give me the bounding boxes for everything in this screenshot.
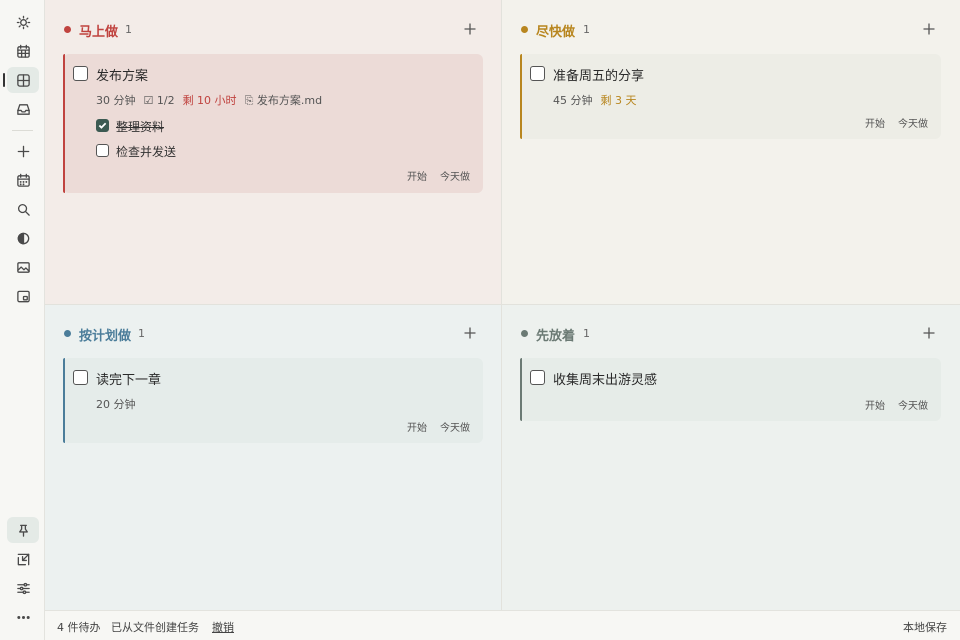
pending-count: 4 件待办 (57, 621, 101, 634)
task-card[interactable]: 准备周五的分享 45 分钟剩 3 天 开始 今天做 (520, 54, 941, 139)
task-card[interactable]: 发布方案 30 分钟 ☑ 1/2 剩 10 小时 ⎘ 发布方案.md 整理资料 检查并… (63, 54, 483, 193)
storage-status: 本地保存 (903, 621, 947, 634)
sidebar (0, 0, 45, 640)
quadrant-count: 1 (138, 327, 145, 340)
calendar-week-icon[interactable] (7, 167, 39, 193)
quadrant-important: 尽快做 1 准备周五的分享 45 分钟剩 3 天 开始 今天做 (502, 0, 960, 304)
start-button[interactable]: 开始 (865, 115, 885, 130)
duration-label: 30 分钟 (96, 94, 136, 107)
quadrant-title: 按计划做 (79, 329, 132, 344)
subtask-label: 检查并发送 (116, 145, 177, 159)
quadrant-dot (64, 330, 71, 337)
picture-in-picture-icon[interactable] (7, 283, 39, 309)
grid-icon[interactable] (7, 67, 39, 93)
sun-icon[interactable] (7, 9, 39, 35)
do-today-button[interactable]: 今天做 (898, 115, 928, 130)
pin-icon[interactable] (7, 517, 39, 543)
task-title: 准备周五的分享 (553, 69, 645, 84)
task-meta: 20 分钟 (96, 396, 144, 412)
shrink-icon[interactable] (7, 546, 39, 572)
contrast-icon[interactable] (7, 225, 39, 251)
card-accent-bar (520, 54, 522, 139)
subtask-label: 整理资料 (116, 120, 165, 134)
quadrant-planned: 按计划做 1 读完下一章 20 分钟 开始 今天做 (45, 305, 501, 610)
undo-link[interactable]: 撤销 (212, 619, 234, 635)
more-icon[interactable] (7, 604, 39, 630)
subtask-checkbox[interactable] (96, 144, 109, 157)
sidebar-divider (12, 130, 33, 131)
sliders-icon[interactable] (7, 575, 39, 601)
quadrant-header: 先放着 1 (502, 324, 960, 344)
attachment-link[interactable]: ⎘ 发布方案.md (245, 94, 323, 107)
card-accent-bar (63, 54, 65, 193)
quadrant-urgent-important: 马上做 1 发布方案 30 分钟 ☑ 1/2 剩 10 小时 ⎘ 发布方案.md 整理… (45, 0, 501, 304)
task-title: 收集周末出游灵感 (553, 373, 658, 388)
quadrant-header: 尽快做 1 (502, 20, 960, 40)
due-label: 剩 3 天 (600, 94, 637, 107)
do-today-button[interactable]: 今天做 (898, 397, 928, 412)
subtask-checkbox[interactable] (96, 119, 109, 132)
quadrant-header: 马上做 1 (45, 20, 501, 40)
status-bar: 4 件待办 已从文件创建任务 撤销 本地保存 (45, 610, 960, 640)
plus-icon[interactable] (7, 138, 39, 164)
quadrant-title: 先放着 (536, 329, 576, 344)
card-accent-bar (63, 358, 65, 443)
start-button[interactable]: 开始 (865, 397, 885, 412)
task-checkbox[interactable] (73, 370, 88, 385)
start-button[interactable]: 开始 (407, 168, 427, 183)
quadrant-title: 马上做 (79, 25, 119, 40)
card-accent-bar (520, 358, 522, 421)
status-message: 已从文件创建任务 (111, 621, 199, 634)
task-meta: 45 分钟剩 3 天 (553, 92, 645, 108)
task-checkbox[interactable] (530, 370, 545, 385)
inbox-icon[interactable] (7, 96, 39, 122)
task-card[interactable]: 读完下一章 20 分钟 开始 今天做 (63, 358, 483, 443)
task-checkbox[interactable] (530, 66, 545, 81)
quadrant-dot (521, 26, 528, 33)
task-card[interactable]: 收集周末出游灵感 开始 今天做 (520, 358, 941, 421)
quadrant-dot (521, 330, 528, 337)
task-title: 读完下一章 (96, 373, 162, 388)
add-task-button[interactable] (461, 324, 479, 342)
start-button[interactable]: 开始 (407, 419, 427, 434)
quadrant-count: 1 (125, 23, 132, 36)
calendar-icon[interactable] (7, 38, 39, 64)
quadrant-count: 1 (583, 23, 590, 36)
quadrant-dot (64, 26, 71, 33)
quadrant-divider-vertical (501, 0, 502, 610)
task-checkbox[interactable] (73, 66, 88, 81)
quadrant-count: 1 (583, 327, 590, 340)
due-label: 剩 10 小时 (182, 94, 237, 107)
image-icon[interactable] (7, 254, 39, 280)
quadrant-title: 尽快做 (536, 25, 576, 40)
subtask-progress: ☑ 1/2 (143, 94, 175, 107)
add-task-button[interactable] (920, 20, 938, 38)
do-today-button[interactable]: 今天做 (440, 168, 470, 183)
active-marker (3, 73, 5, 87)
quadrant-divider-horizontal (45, 304, 960, 305)
add-task-button[interactable] (461, 20, 479, 38)
task-title: 发布方案 (96, 69, 149, 84)
quadrant-header: 按计划做 1 (45, 324, 501, 344)
task-meta: 30 分钟 ☑ 1/2 剩 10 小时 ⎘ 发布方案.md (96, 92, 330, 108)
duration-label: 45 分钟 (553, 94, 593, 107)
quadrant-later: 先放着 1 收集周末出游灵感 开始 今天做 (502, 305, 960, 610)
search-icon[interactable] (7, 196, 39, 222)
do-today-button[interactable]: 今天做 (440, 419, 470, 434)
add-task-button[interactable] (920, 324, 938, 342)
duration-label: 20 分钟 (96, 398, 136, 411)
